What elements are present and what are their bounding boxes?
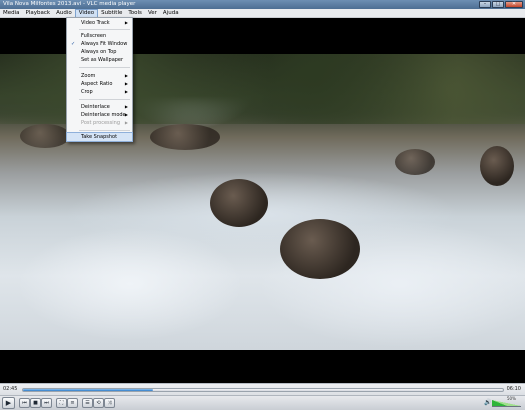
menu-item-label: Deinterlace	[81, 104, 110, 110]
menu-item-deinterlace-mode[interactable]: Deinterlace mode ▶	[67, 111, 132, 119]
menu-help[interactable]: Ajuda	[160, 9, 182, 18]
menu-item-take-snapshot[interactable]: Take Snapshot	[66, 132, 133, 142]
menu-view[interactable]: Ver	[145, 9, 160, 18]
video-letterbox-bottom	[0, 350, 525, 383]
volume-icon[interactable]: 🔊	[484, 399, 491, 406]
control-bar: ▶ ⏮ ■ ⏭ ⛶ ≡ ☰ ⟲ ⤨ 🔊 50%	[0, 395, 525, 410]
menu-item-fullscreen[interactable]: Fullscreen	[67, 32, 132, 40]
random-button[interactable]: ⤨	[104, 398, 115, 408]
menu-media[interactable]: Media	[0, 9, 23, 18]
previous-button[interactable]: ⏮	[19, 398, 30, 408]
extended-settings-button[interactable]: ≡	[67, 398, 78, 408]
elapsed-time: 02:45	[3, 386, 18, 392]
seek-slider[interactable]	[22, 388, 504, 392]
next-button[interactable]: ⏭	[41, 398, 52, 408]
menu-separator	[79, 99, 130, 100]
menu-item-always-on-top[interactable]: Always on Top	[67, 48, 132, 56]
menu-item-label: Zoom	[81, 73, 96, 79]
submenu-arrow-icon: ▶	[124, 120, 128, 125]
video-rock	[395, 149, 435, 175]
menu-item-zoom[interactable]: Zoom ▶	[67, 72, 132, 80]
video-rock	[480, 146, 514, 186]
loop-button[interactable]: ⟲	[93, 398, 104, 408]
stop-button[interactable]: ■	[30, 398, 41, 408]
menu-item-video-track[interactable]: Video Track ▶	[67, 19, 132, 27]
total-time: 06:10	[506, 386, 521, 392]
submenu-arrow-icon: ▶	[124, 73, 128, 78]
submenu-arrow-icon: ▶	[124, 20, 128, 25]
play-button[interactable]: ▶	[2, 397, 15, 409]
seek-bar-row: 02:45 06:10	[0, 383, 525, 395]
menu-separator	[79, 67, 130, 68]
fullscreen-button[interactable]: ⛶	[56, 398, 67, 408]
menu-separator	[79, 130, 130, 131]
maximize-button[interactable]: □	[492, 1, 504, 8]
playlist-button[interactable]: ☰	[82, 398, 93, 408]
video-rock	[150, 124, 220, 150]
menu-item-deinterlace[interactable]: Deinterlace ▶	[67, 103, 132, 111]
menu-item-label: Always Fit Window	[81, 41, 128, 47]
menu-item-label: Video Track	[81, 20, 110, 26]
submenu-arrow-icon: ▶	[124, 112, 128, 117]
volume-percent: 50%	[507, 396, 516, 401]
menu-item-label: Aspect Ratio	[81, 81, 113, 87]
menu-playback[interactable]: Playback	[23, 9, 54, 18]
menu-item-label: Post processing	[81, 120, 120, 126]
video-menu-dropdown: Video Track ▶ Fullscreen ✓ Always Fit Wi…	[66, 17, 133, 142]
video-rock	[20, 124, 70, 148]
menu-item-label: Always on Top	[81, 49, 117, 55]
menu-item-crop[interactable]: Crop ▶	[67, 88, 132, 96]
seek-progress	[23, 389, 153, 391]
menu-item-always-fit-window[interactable]: ✓ Always Fit Window	[67, 40, 132, 48]
video-rock	[280, 219, 360, 279]
submenu-arrow-icon: ▶	[124, 81, 128, 86]
volume-level	[492, 400, 507, 406]
submenu-arrow-icon: ▶	[124, 89, 128, 94]
menu-item-label: Deinterlace mode	[81, 112, 126, 118]
menu-item-label: Crop	[81, 89, 93, 95]
menu-item-label: Take Snapshot	[81, 134, 118, 140]
menu-item-aspect-ratio[interactable]: Aspect Ratio ▶	[67, 80, 132, 88]
menu-item-label: Fullscreen	[81, 33, 107, 39]
menu-separator	[79, 29, 130, 30]
volume-slider[interactable]	[492, 400, 521, 407]
minimize-button[interactable]: –	[479, 1, 491, 8]
menu-item-label: Set as Wallpaper	[81, 57, 124, 63]
checkmark-icon: ✓	[71, 41, 76, 47]
menu-item-post-processing: Post processing ▶	[67, 119, 132, 127]
video-rock	[210, 179, 268, 227]
close-button[interactable]: ✕	[505, 1, 523, 8]
submenu-arrow-icon: ▶	[124, 104, 128, 109]
menu-item-set-as-wallpaper[interactable]: Set as Wallpaper	[67, 56, 132, 64]
